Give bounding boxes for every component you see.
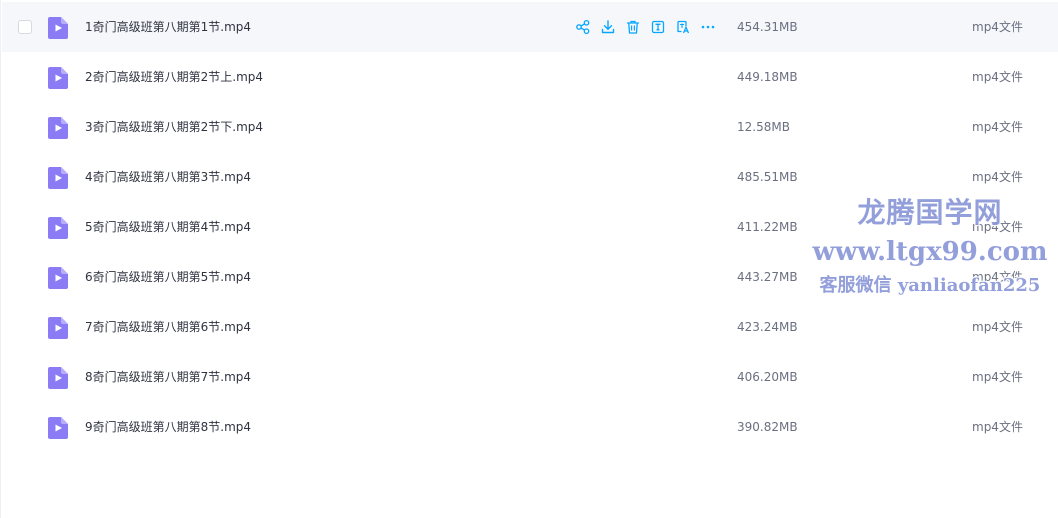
file-type: mp4文件	[972, 170, 1023, 184]
file-type: mp4文件	[972, 120, 1023, 134]
file-row[interactable]: 4奇门高级班第八期第3节.mp4 485.51MB mp4文件	[2, 152, 1058, 202]
file-size: 454.31MB	[737, 20, 798, 34]
share-icon[interactable]	[575, 19, 591, 35]
file-name[interactable]: 8奇门高级班第八期第7节.mp4	[85, 352, 251, 402]
file-row[interactable]: 1奇门高级班第八期第1节.mp4 454.31MB mp4文件	[2, 2, 1058, 52]
file-type: mp4文件	[972, 20, 1023, 34]
file-row[interactable]: 9奇门高级班第八期第8节.mp4 390.82MB mp4文件	[2, 402, 1058, 452]
file-name[interactable]: 4奇门高级班第八期第3节.mp4	[85, 152, 251, 202]
video-file-icon	[48, 367, 68, 389]
file-size: 449.18MB	[737, 70, 798, 84]
file-row[interactable]: 8奇门高级班第八期第7节.mp4 406.20MB mp4文件	[2, 352, 1058, 402]
video-file-icon	[48, 67, 68, 89]
file-name[interactable]: 9奇门高级班第八期第8节.mp4	[85, 402, 251, 452]
file-row[interactable]: 5奇门高级班第八期第4节.mp4 411.22MB mp4文件	[2, 202, 1058, 252]
more-icon[interactable]	[700, 19, 716, 35]
file-name[interactable]: 2奇门高级班第八期第2节上.mp4	[85, 52, 263, 102]
file-size: 485.51MB	[737, 170, 798, 184]
file-size: 406.20MB	[737, 370, 798, 384]
text-icon[interactable]	[650, 19, 666, 35]
file-row[interactable]: 3奇门高级班第八期第2节下.mp4 12.58MB mp4文件	[2, 102, 1058, 152]
file-type: mp4文件	[972, 420, 1023, 434]
file-name[interactable]: 1奇门高级班第八期第1节.mp4	[85, 2, 251, 52]
video-file-icon	[48, 267, 68, 289]
row-checkbox[interactable]	[18, 20, 32, 34]
video-file-icon	[48, 317, 68, 339]
video-file-icon	[48, 17, 68, 39]
file-type: mp4文件	[972, 320, 1023, 334]
video-file-icon	[48, 417, 68, 439]
file-size: 12.58MB	[737, 120, 790, 134]
file-size: 423.24MB	[737, 320, 798, 334]
row-actions	[575, 19, 716, 35]
file-type: mp4文件	[972, 70, 1023, 84]
file-name[interactable]: 5奇门高级班第八期第4节.mp4	[85, 202, 251, 252]
file-row[interactable]: 2奇门高级班第八期第2节上.mp4 449.18MB mp4文件	[2, 52, 1058, 102]
video-file-icon	[48, 117, 68, 139]
file-row[interactable]: 7奇门高级班第八期第6节.mp4 423.24MB mp4文件	[2, 302, 1058, 352]
file-size: 411.22MB	[737, 220, 798, 234]
video-file-icon	[48, 217, 68, 239]
file-name[interactable]: 3奇门高级班第八期第2节下.mp4	[85, 102, 263, 152]
translate-icon[interactable]	[675, 19, 691, 35]
file-type: mp4文件	[972, 370, 1023, 384]
file-row[interactable]: 6奇门高级班第八期第5节.mp4 443.27MB mp4文件	[2, 252, 1058, 302]
file-name[interactable]: 7奇门高级班第八期第6节.mp4	[85, 302, 251, 352]
file-type: mp4文件	[972, 220, 1023, 234]
download-icon[interactable]	[600, 19, 616, 35]
file-name[interactable]: 6奇门高级班第八期第5节.mp4	[85, 252, 251, 302]
file-type: mp4文件	[972, 270, 1023, 284]
file-size: 390.82MB	[737, 420, 798, 434]
file-list: 1奇门高级班第八期第1节.mp4 454.31MB mp4文件 2奇门高级班第八…	[0, 0, 1058, 518]
video-file-icon	[48, 167, 68, 189]
file-size: 443.27MB	[737, 270, 798, 284]
delete-icon[interactable]	[625, 19, 641, 35]
